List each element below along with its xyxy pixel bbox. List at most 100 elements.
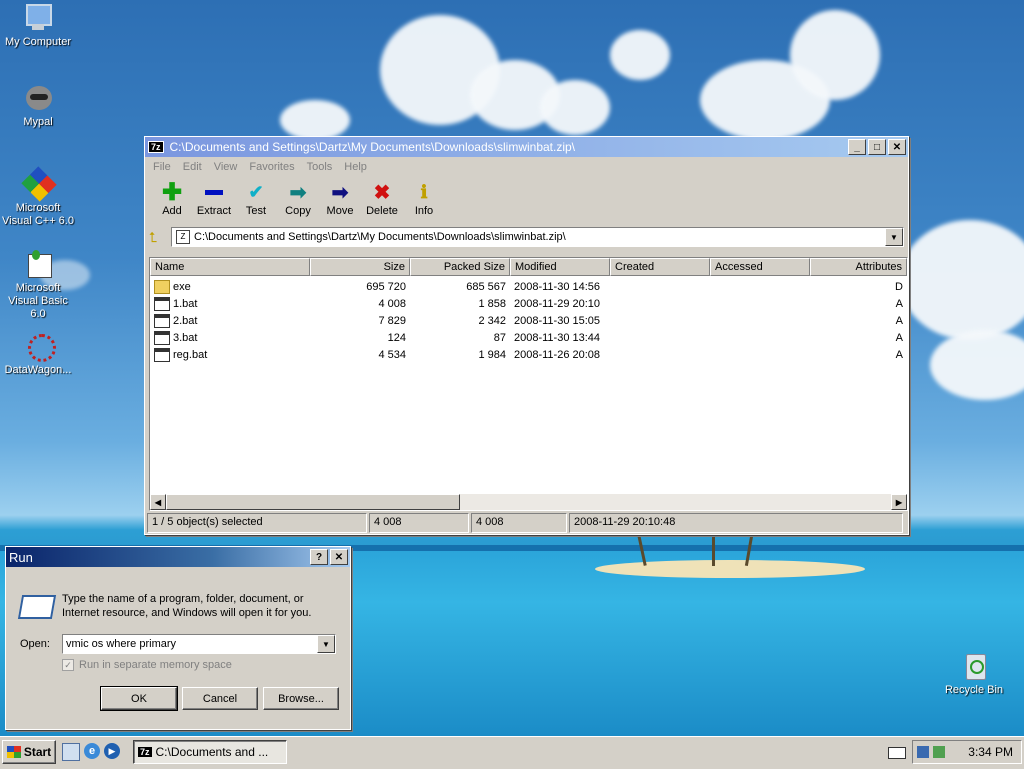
copy-label: Copy (285, 205, 311, 217)
attributes-cell: D (895, 280, 903, 293)
name-cell: exe (150, 279, 310, 294)
extract-button[interactable]: Extract (193, 179, 235, 223)
menu-bar: File Edit View Favorites Tools Help (145, 157, 908, 177)
up-folder-icon[interactable]: ⮤ (149, 229, 171, 246)
table-row[interactable]: 1.bat 4 008 1 858 2008-11-29 20:10 A (150, 295, 907, 312)
copy-arrow-icon: ➡ (289, 181, 307, 204)
run-description: Type the name of a program, folder, docu… (62, 593, 312, 619)
network-icon[interactable] (917, 746, 929, 758)
desktop-icon-visual-basic[interactable]: Microsoft Visual Basic 6.0 (0, 248, 76, 321)
safely-remove-icon[interactable] (933, 746, 945, 758)
open-input[interactable]: vmic os where primary (63, 638, 317, 650)
run-titlebar[interactable]: Run ? ✕ (6, 547, 350, 567)
start-button[interactable]: Start (2, 740, 56, 764)
column-name[interactable]: Name (150, 258, 310, 276)
column-accessed[interactable]: Accessed (710, 258, 810, 276)
file-list: Name Size Packed Size Modified Created A… (149, 257, 908, 511)
taskbar: Start e ▶ 7z C:\Documents and ... 3:34 P… (0, 736, 1024, 769)
status-size: 4 008 (369, 513, 469, 533)
column-attributes[interactable]: Attributes (810, 258, 907, 276)
size-cell: 695 720 (366, 280, 406, 293)
modified-cell: 2008-11-30 14:56 (514, 280, 601, 293)
name-cell: 1.bat (150, 296, 310, 311)
desktop-icon-label: DataWagon... (4, 364, 72, 376)
packed-cell: 685 567 (466, 280, 506, 293)
scroll-right-arrow-icon[interactable]: ▶ (891, 494, 907, 510)
maximize-button[interactable]: □ (868, 139, 886, 155)
scroll-thumb[interactable] (166, 494, 460, 510)
table-row[interactable]: 2.bat 7 829 2 342 2008-11-30 15:05 A (150, 312, 907, 329)
desktop-icon-my-computer[interactable]: My Computer (0, 2, 76, 49)
taskbar-task-7zip[interactable]: 7z C:\Documents and ... (133, 740, 287, 764)
column-packed-size[interactable]: Packed Size (410, 258, 510, 276)
packed-cell: 2 342 (478, 314, 506, 327)
table-row[interactable]: 3.bat 124 87 2008-11-30 13:44 A (150, 329, 907, 346)
move-button[interactable]: ➡ Move (319, 179, 361, 223)
desktop-icon-visual-cpp[interactable]: Microsoft Visual C++ 6.0 (0, 166, 76, 228)
status-modified: 2008-11-29 20:10:48 (569, 513, 903, 533)
close-button[interactable]: ✕ (330, 549, 348, 565)
app-icon: 7z (148, 141, 164, 153)
browse-button[interactable]: Browse... (263, 687, 339, 710)
info-label: Info (414, 205, 434, 217)
info-button[interactable]: ℹ Info (403, 179, 445, 223)
size-cell: 7 829 (378, 314, 406, 327)
toolbar: ✚ Add Extract ✔ Test ➡ Copy ➡ Move ✖ Del… (145, 177, 908, 225)
help-button[interactable]: ? (310, 549, 328, 565)
batch-file-icon (154, 347, 170, 362)
column-modified[interactable]: Modified (510, 258, 610, 276)
menu-favorites[interactable]: Favorites (243, 159, 300, 175)
desktop-icon-mypal[interactable]: Mypal (0, 82, 76, 129)
check-icon: ✔ (248, 181, 264, 202)
test-button[interactable]: ✔ Test (235, 179, 277, 223)
app-icon: 7z (138, 747, 152, 757)
datawagon-icon (22, 330, 56, 362)
visual-cpp-icon (21, 166, 57, 202)
clock[interactable]: 3:34 PM (968, 745, 1013, 759)
open-dropdown-arrow-icon[interactable]: ▼ (317, 635, 335, 653)
close-button[interactable]: ✕ (888, 139, 906, 155)
packed-cell: 1 984 (478, 348, 506, 361)
checkbox-check-icon: ✓ (62, 659, 74, 671)
open-combobox[interactable]: vmic os where primary ▼ (62, 634, 336, 654)
address-dropdown-arrow-icon[interactable]: ▼ (885, 228, 903, 246)
scroll-left-arrow-icon[interactable]: ◀ (150, 494, 166, 510)
modified-cell: 2008-11-30 13:44 (514, 331, 601, 344)
name-cell: 2.bat (150, 313, 310, 328)
internet-explorer-icon[interactable]: e (84, 743, 100, 759)
menu-edit[interactable]: Edit (177, 159, 208, 175)
table-row[interactable]: reg.bat 4 534 1 984 2008-11-26 20:08 A (150, 346, 907, 363)
desktop-icon-recycle-bin[interactable]: Recycle Bin (936, 650, 1012, 697)
run-separate-memory-checkbox[interactable]: ✓ Run in separate memory space (62, 659, 232, 671)
visual-basic-icon (22, 248, 54, 280)
ok-button[interactable]: OK (100, 686, 178, 711)
archive-titlebar[interactable]: 7z C:\Documents and Settings\Dartz\My Do… (145, 137, 908, 157)
minus-icon (202, 181, 226, 203)
column-size[interactable]: Size (310, 258, 410, 276)
add-button[interactable]: ✚ Add (151, 179, 193, 223)
column-created[interactable]: Created (610, 258, 710, 276)
copy-button[interactable]: ➡ Copy (277, 179, 319, 223)
minimize-button[interactable]: _ (848, 139, 866, 155)
address-bar: ⮤ Z C:\Documents and Settings\Dartz\My D… (145, 225, 908, 249)
archive-path-icon: Z (176, 230, 190, 244)
cancel-button[interactable]: Cancel (182, 687, 258, 710)
desktop-icon-label: Microsoft Visual Basic 6.0 (8, 282, 68, 320)
menu-help[interactable]: Help (338, 159, 373, 175)
modified-cell: 2008-11-30 15:05 (514, 314, 601, 327)
table-row[interactable]: exe 695 720 685 567 2008-11-30 14:56 D (150, 278, 907, 295)
file-list-header: Name Size Packed Size Modified Created A… (150, 258, 907, 276)
move-label: Move (326, 205, 354, 217)
media-player-icon[interactable]: ▶ (104, 743, 120, 759)
name-cell: reg.bat (150, 347, 310, 362)
delete-button[interactable]: ✖ Delete (361, 179, 403, 223)
address-input[interactable]: Z C:\Documents and Settings\Dartz\My Doc… (171, 227, 904, 247)
horizontal-scrollbar[interactable]: ◀ ▶ (150, 494, 907, 510)
show-desktop-icon[interactable] (62, 743, 80, 761)
keyboard-icon[interactable] (888, 747, 906, 759)
checkbox-label: Run in separate memory space (79, 659, 232, 671)
desktop-icon-datawagon[interactable]: DataWagon... (0, 330, 76, 377)
menu-file[interactable]: File (147, 159, 177, 175)
menu-tools[interactable]: Tools (301, 159, 339, 175)
menu-view[interactable]: View (208, 159, 244, 175)
